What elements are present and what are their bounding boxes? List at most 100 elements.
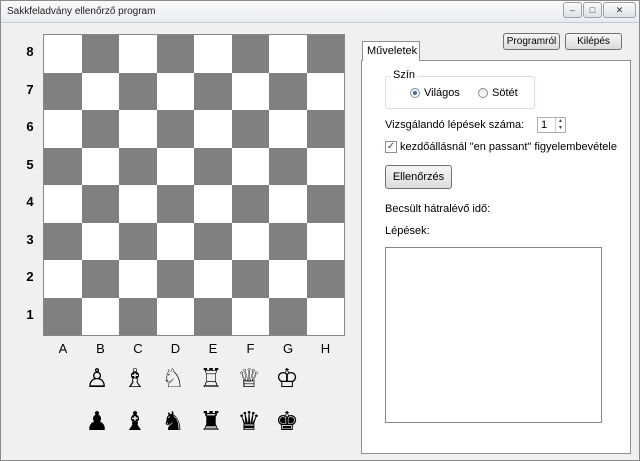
board-square-d3[interactable] <box>156 222 194 260</box>
board-square-f4[interactable] <box>231 185 269 223</box>
check-button[interactable]: Ellenőrzés <box>385 165 452 189</box>
board-square-b6[interactable] <box>81 110 119 148</box>
about-button[interactable]: Programról <box>503 33 560 50</box>
board-square-a7[interactable] <box>44 72 82 110</box>
board-square-e4[interactable] <box>194 185 232 223</box>
board-square-h5[interactable] <box>306 147 344 185</box>
moves-count-stepper[interactable]: 1 ▲ ▼ <box>537 117 566 133</box>
en-passant-label[interactable]: kezdőállásnál "en passant" figyelembevét… <box>400 141 617 153</box>
board-square-c8[interactable] <box>119 35 157 73</box>
board-square-g8[interactable] <box>269 35 307 73</box>
board-square-d1[interactable] <box>156 297 194 335</box>
radio-dark-label[interactable]: Sötét <box>492 87 518 99</box>
board-square-c2[interactable] <box>119 260 157 298</box>
close-icon: ✕ <box>615 5 624 15</box>
board-square-d2[interactable] <box>156 260 194 298</box>
file-label: C <box>133 341 143 356</box>
board-square-a4[interactable] <box>44 185 82 223</box>
black-pawn-icon[interactable]: ♟ <box>81 407 113 437</box>
board-square-b8[interactable] <box>81 35 119 73</box>
board-square-e7[interactable] <box>194 72 232 110</box>
board-square-e6[interactable] <box>194 110 232 148</box>
close-button[interactable]: ✕ <box>603 2 636 18</box>
board-square-h7[interactable] <box>306 72 344 110</box>
board-square-h6[interactable] <box>306 110 344 148</box>
board-square-b5[interactable] <box>81 147 119 185</box>
board-square-d6[interactable] <box>156 110 194 148</box>
chess-board[interactable] <box>43 34 345 336</box>
board-square-c3[interactable] <box>119 222 157 260</box>
radio-dark[interactable] <box>478 88 488 98</box>
board-square-b1[interactable] <box>81 297 119 335</box>
board-square-e5[interactable] <box>194 147 232 185</box>
board-square-b4[interactable] <box>81 185 119 223</box>
white-knight-icon[interactable]: ♘ <box>157 364 189 394</box>
white-king-icon[interactable]: ♔ <box>271 364 303 394</box>
board-square-c7[interactable] <box>119 72 157 110</box>
board-square-g7[interactable] <box>269 72 307 110</box>
white-bishop-icon[interactable]: ♗ <box>119 364 151 394</box>
board-square-g1[interactable] <box>269 297 307 335</box>
board-square-f7[interactable] <box>231 72 269 110</box>
stepper-down-icon[interactable]: ▼ <box>556 125 565 132</box>
board-square-g4[interactable] <box>269 185 307 223</box>
board-square-h1[interactable] <box>306 297 344 335</box>
stepper-up-icon[interactable]: ▲ <box>556 118 565 125</box>
board-square-f1[interactable] <box>231 297 269 335</box>
board-square-b3[interactable] <box>81 222 119 260</box>
board-square-c6[interactable] <box>119 110 157 148</box>
black-knight-icon[interactable]: ♞ <box>157 407 189 437</box>
board-square-b2[interactable] <box>81 260 119 298</box>
board-square-d4[interactable] <box>156 185 194 223</box>
moves-count-label: Vizsgálandó lépések száma: <box>385 119 525 131</box>
board-square-f5[interactable] <box>231 147 269 185</box>
board-square-a2[interactable] <box>44 260 82 298</box>
board-square-g3[interactable] <box>269 222 307 260</box>
black-bishop-icon[interactable]: ♝ <box>119 407 151 437</box>
board-square-h2[interactable] <box>306 260 344 298</box>
board-square-a1[interactable] <box>44 297 82 335</box>
board-square-d5[interactable] <box>156 147 194 185</box>
radio-light[interactable] <box>410 88 420 98</box>
board-square-g5[interactable] <box>269 147 307 185</box>
white-rook-icon[interactable]: ♖ <box>195 364 227 394</box>
tab-operations[interactable]: Műveletek <box>362 41 420 61</box>
board-square-e2[interactable] <box>194 260 232 298</box>
board-square-f8[interactable] <box>231 35 269 73</box>
board-square-a6[interactable] <box>44 110 82 148</box>
board-square-d8[interactable] <box>156 35 194 73</box>
board-square-f3[interactable] <box>231 222 269 260</box>
board-square-h4[interactable] <box>306 185 344 223</box>
board-square-h3[interactable] <box>306 222 344 260</box>
board-square-h8[interactable] <box>306 35 344 73</box>
board-square-f2[interactable] <box>231 260 269 298</box>
moves-count-value: 1 <box>541 119 548 131</box>
black-king-icon[interactable]: ♚ <box>271 407 303 437</box>
board-square-a3[interactable] <box>44 222 82 260</box>
board-square-a8[interactable] <box>44 35 82 73</box>
board-square-c1[interactable] <box>119 297 157 335</box>
white-queen-icon[interactable]: ♕ <box>233 364 265 394</box>
rank-label: 4 <box>26 194 34 209</box>
board-square-e1[interactable] <box>194 297 232 335</box>
exit-button[interactable]: Kilépés <box>565 33 622 50</box>
black-rook-icon[interactable]: ♜ <box>195 407 227 437</box>
white-pawn-icon[interactable]: ♙ <box>81 364 113 394</box>
radio-light-label[interactable]: Világos <box>424 87 460 99</box>
board-square-b7[interactable] <box>81 72 119 110</box>
board-square-e3[interactable] <box>194 222 232 260</box>
en-passant-checkbox[interactable]: ✓ <box>385 141 397 153</box>
board-square-a5[interactable] <box>44 147 82 185</box>
board-square-g2[interactable] <box>269 260 307 298</box>
board-square-c5[interactable] <box>119 147 157 185</box>
board-square-g6[interactable] <box>269 110 307 148</box>
board-square-e8[interactable] <box>194 35 232 73</box>
board-square-d7[interactable] <box>156 72 194 110</box>
black-queen-icon[interactable]: ♛ <box>233 407 265 437</box>
stepper-arrows[interactable]: ▲ ▼ <box>555 118 565 132</box>
steps-listbox[interactable] <box>385 247 602 423</box>
board-square-c4[interactable] <box>119 185 157 223</box>
maximize-button[interactable]: □ <box>583 2 602 18</box>
board-square-f6[interactable] <box>231 110 269 148</box>
minimize-button[interactable]: – <box>563 2 582 18</box>
